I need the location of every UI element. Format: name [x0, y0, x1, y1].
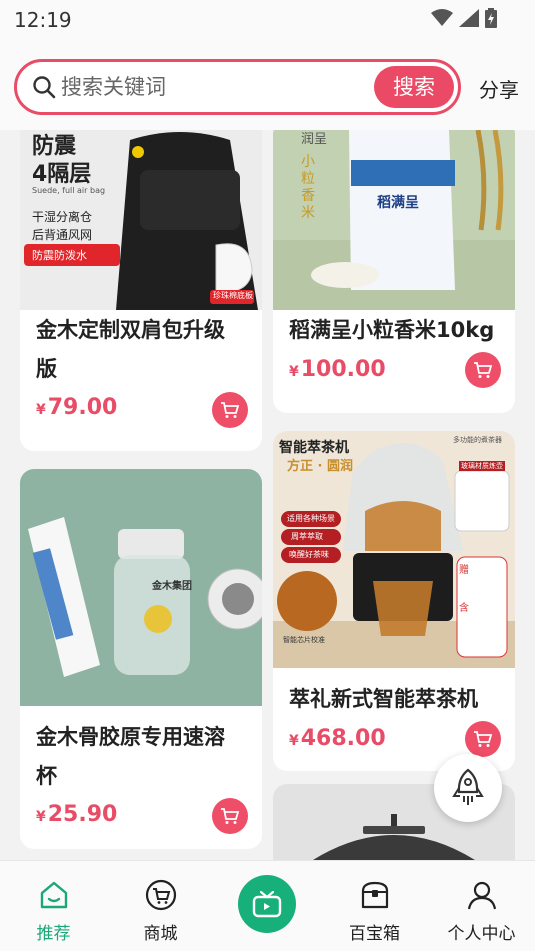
product-card[interactable]: 智能萃茶机 方正 · 圆润 适用各种场景 周萃萃取 唤醒好茶味 智能芯片校准 多… — [273, 431, 515, 771]
image-caption: 含 — [459, 603, 469, 614]
image-caption: 金木集团 — [152, 581, 192, 592]
cart-icon — [474, 362, 493, 378]
product-card[interactable]: 润呈 小粒香米 稻满呈 稻满呈小粒香米10kg ¥100.00 — [273, 130, 515, 413]
image-caption: 后背通风网 — [32, 228, 93, 242]
product-image: 防震 4隔层 Suede, full air bag 干湿分离仓 后背通风网 防… — [20, 130, 262, 310]
tab-label: 推荐 — [36, 924, 71, 944]
image-caption: 润呈 — [301, 132, 328, 147]
product-title: 金木骨胶原专用速溶 — [36, 725, 225, 749]
image-caption: 防震防泼水 — [32, 249, 87, 262]
image-caption: 4隔层 — [32, 162, 92, 187]
product-image: 金木集团 — [20, 469, 262, 706]
image-caption: Suede, full air bag — [32, 186, 106, 195]
product-image: 智能萃茶机 方正 · 圆润 适用各种场景 周萃萃取 唤醒好茶味 智能芯片校准 多… — [273, 431, 515, 668]
status-bar: 12:19 — [0, 0, 535, 40]
treasure-box-icon — [361, 881, 389, 909]
search-button[interactable]: 搜索 — [374, 66, 454, 108]
tab-label: 商城 — [143, 924, 178, 944]
product-title: 版 — [36, 357, 57, 381]
image-caption: 多功能的煮茶器 — [453, 436, 502, 444]
wifi-icon — [431, 9, 453, 26]
tab-mall[interactable]: 商城 — [107, 861, 214, 951]
product-card[interactable]: 金木集团 金木骨胶原专用速溶 杯 ¥25.90 — [20, 469, 262, 849]
add-to-cart-button[interactable] — [465, 352, 501, 388]
image-caption: 唤醒好茶味 — [289, 550, 329, 559]
image-caption: 珍珠棉底板 — [213, 291, 253, 300]
search-icon — [33, 76, 56, 99]
image-caption: 智能萃茶机 — [279, 440, 349, 456]
product-title: 稻满呈小粒香米10kg — [289, 318, 495, 342]
home-smile-icon — [40, 881, 68, 909]
rocket-icon — [452, 768, 484, 805]
product-title: 金木定制双肩包升级 — [36, 318, 225, 342]
product-price: ¥79.00 — [36, 395, 118, 420]
image-caption: 干湿分离仓 — [32, 210, 93, 224]
add-to-cart-button[interactable] — [465, 721, 501, 757]
search-box[interactable]: 搜索 — [14, 59, 461, 115]
product-title: 杯 — [36, 764, 57, 788]
battery-icon — [485, 8, 497, 28]
signal-icon — [459, 9, 479, 27]
cart-icon — [145, 879, 177, 911]
status-icons — [431, 8, 497, 28]
product-title: 萃礼新式智能萃茶机 — [289, 687, 478, 711]
person-icon — [467, 881, 497, 910]
image-caption: 周萃萃取 — [291, 532, 323, 541]
product-price: ¥25.90 — [36, 802, 118, 827]
product-feed[interactable]: 防震 4隔层 Suede, full air bag 干湿分离仓 后背通风网 防… — [0, 130, 535, 860]
tab-profile[interactable]: 个人中心 — [428, 861, 535, 951]
search-header: 搜索 分享 — [0, 40, 535, 130]
share-button[interactable]: 分享 — [479, 74, 519, 103]
product-price: ¥100.00 — [289, 357, 386, 382]
product-card[interactable]: 防震 4隔层 Suede, full air bag 干湿分离仓 后背通风网 防… — [20, 130, 262, 451]
search-input[interactable] — [61, 72, 361, 102]
tab-recommend[interactable]: 推荐 — [0, 861, 107, 951]
cart-icon — [474, 731, 493, 747]
product-image: 润呈 小粒香米 稻满呈 — [273, 130, 515, 310]
image-caption: 适用各种场景 — [287, 514, 335, 523]
image-caption: 智能芯片校准 — [283, 636, 325, 644]
image-caption: 稻满呈 — [377, 195, 419, 211]
cart-icon — [221, 402, 240, 418]
add-to-cart-button[interactable] — [212, 798, 248, 834]
back-to-top-button[interactable] — [434, 754, 502, 822]
product-price: ¥468.00 — [289, 726, 386, 751]
image-caption: 玻璃材质炼壶 — [459, 461, 505, 471]
image-caption: 方正 · 圆润 — [287, 459, 353, 474]
tab-label: 个人中心 — [447, 924, 516, 944]
bottom-tab-bar: 推荐 商城 百宝箱 个人中心 — [0, 860, 535, 951]
add-to-cart-button[interactable] — [212, 392, 248, 428]
tab-treasure-box[interactable]: 百宝箱 — [321, 861, 428, 951]
image-caption: 赠 — [459, 565, 469, 576]
cart-icon — [221, 808, 240, 824]
tab-video[interactable] — [238, 875, 296, 933]
tab-label: 百宝箱 — [349, 924, 400, 944]
image-caption: 小粒香米 — [301, 154, 315, 221]
tv-icon — [252, 890, 282, 918]
status-time: 12:19 — [14, 8, 72, 32]
